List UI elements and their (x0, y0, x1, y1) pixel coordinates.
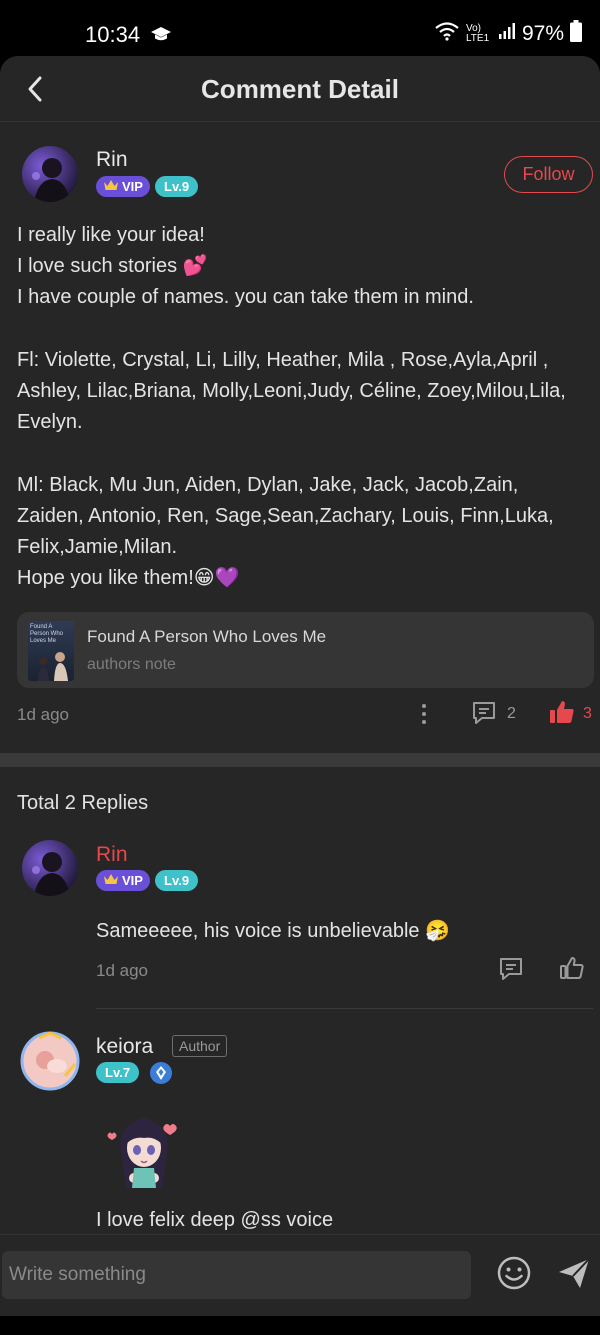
post-line: Ashley, Lilac,Briana, Molly,Leoni,Judy, … (17, 380, 566, 402)
post-line: I love such stories 💕 (17, 255, 208, 278)
level-badge: Lv.9 (155, 870, 199, 891)
emoji-icon[interactable] (496, 1255, 532, 1291)
replies-total: Total 2 Replies (17, 792, 149, 814)
reply-comment-icon[interactable] (497, 955, 525, 983)
post-line: I really like your idea! (17, 224, 205, 246)
status-icons: Vo) LTE1 97% (434, 20, 582, 48)
post-body: I really like your idea! I love such sto… (17, 220, 593, 594)
post-line: I have couple of names. you can take the… (17, 286, 474, 309)
comment-icon[interactable] (470, 699, 498, 727)
reply-timestamp: 1d ago (96, 961, 148, 980)
avatar[interactable] (22, 146, 78, 202)
battery-icon (570, 20, 582, 48)
reply-text: I love felix deep @ss voice (96, 1209, 334, 1231)
graduation-cap-icon (150, 24, 172, 49)
top-app-bar: Comment Detail (0, 56, 600, 122)
avatar[interactable] (22, 840, 78, 896)
book-title: Found A Person Who Loves Me (87, 627, 327, 646)
post-line: Felix,Jamie,Milan. (17, 536, 178, 558)
section-divider (0, 753, 600, 767)
avatar[interactable] (19, 1030, 81, 1092)
more-options-icon[interactable] (412, 702, 436, 726)
post-timestamp: 1d ago (17, 705, 69, 724)
post-line: Zaiden, Antonio, Ren, Sage,Sean,Zachary,… (17, 504, 554, 527)
comment-input[interactable] (2, 1251, 471, 1299)
post-author-name[interactable]: Rin (96, 148, 128, 172)
level-badge: Lv.7 (96, 1062, 140, 1083)
sticker-image (104, 1106, 184, 1190)
comment-composer (0, 1234, 600, 1316)
book-cover-image: Found A Person Who Loves Me (28, 621, 74, 681)
status-bar: 10:34 Vo) LTE1 97% (0, 0, 600, 64)
book-subtitle: authors note (87, 656, 176, 673)
battery-percent: 97% (521, 22, 564, 45)
comment-count: 2 (507, 705, 516, 722)
thumbs-up-outline-icon[interactable] (558, 954, 586, 982)
vip-badge: VIP (96, 176, 150, 197)
linked-book-card[interactable]: Found A Person Who Loves Me Found A Pers… (17, 612, 594, 688)
author-tag: Author (172, 1035, 228, 1057)
post-line: Hope you like them!😁💜 (17, 567, 240, 590)
page-title: Comment Detail (201, 74, 399, 104)
post-line: Ml: Black, Mu Jun, Aiden, Dylan, Jake, J… (17, 473, 519, 496)
post-line (17, 438, 593, 469)
comment-detail-screen: Comment Detail Rin VIP Lv.9 Follow I rea… (0, 56, 600, 1316)
status-time: 10:34 (85, 22, 141, 47)
post-line: Fl: Violette, Crystal, Li, Lilly, Heathe… (17, 348, 549, 371)
network-label: Vo) LTE1 (465, 23, 490, 44)
crown-icon (103, 179, 119, 194)
reply-author-name[interactable]: keiora (96, 1035, 153, 1059)
reply-author-name[interactable]: Rin (96, 843, 128, 867)
signal-icon (498, 22, 516, 46)
vip-label: VIP (122, 873, 143, 888)
diamond-icon (150, 1062, 172, 1084)
vip-badge: VIP (96, 870, 150, 891)
wifi-icon (434, 21, 460, 47)
crown-icon (103, 873, 119, 888)
thumbs-up-icon[interactable] (548, 698, 576, 726)
reply-divider (96, 1008, 593, 1009)
system-nav-bar (0, 1316, 600, 1335)
level-badge: Lv.9 (155, 176, 199, 197)
follow-button[interactable]: Follow (504, 156, 593, 193)
like-count: 3 (583, 705, 592, 722)
send-icon[interactable] (556, 1255, 592, 1291)
reply-text: Sameeeee, his voice is unbelievable 🤧 (96, 920, 450, 942)
post-line: Evelyn. (17, 411, 83, 434)
post-line (17, 314, 593, 345)
vip-label: VIP (122, 179, 143, 194)
